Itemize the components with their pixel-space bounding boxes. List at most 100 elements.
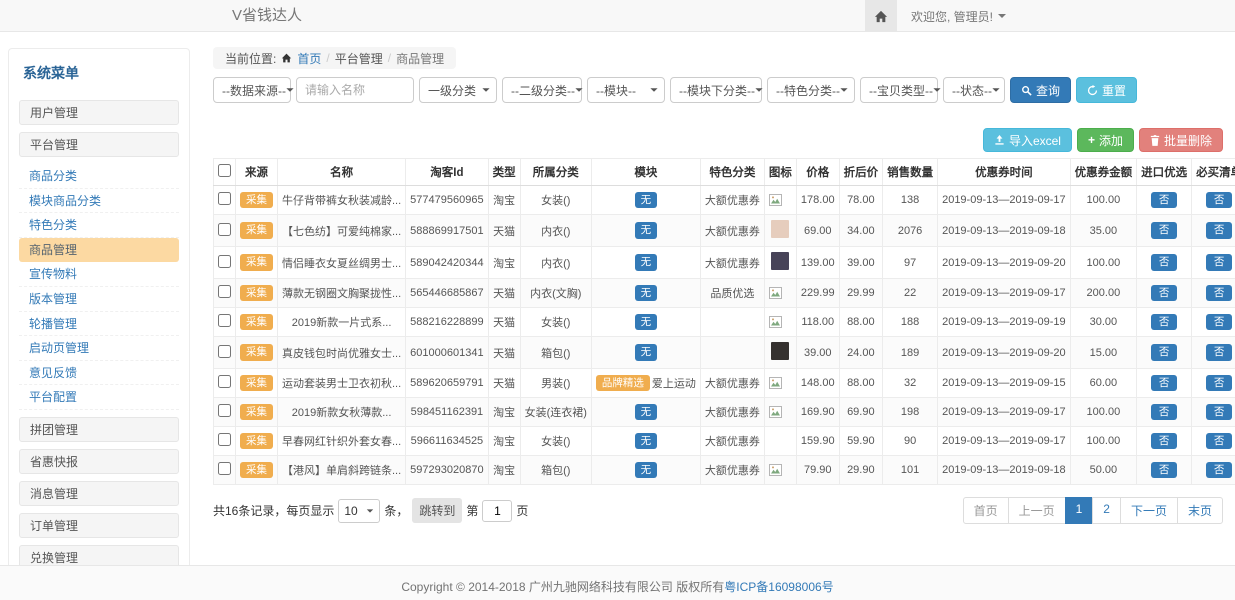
sidebar-group[interactable]: 省惠快报 xyxy=(19,449,179,474)
sidebar-item[interactable]: 轮播管理 xyxy=(19,312,179,337)
import-toggle-badge[interactable]: 否 xyxy=(1151,433,1178,450)
name-cell: 2019新款女秋薄款... xyxy=(278,398,406,427)
sidebar-group[interactable]: 拼团管理 xyxy=(19,417,179,442)
import-toggle-badge[interactable]: 否 xyxy=(1151,344,1178,361)
sidebar-item[interactable]: 模块商品分类 xyxy=(19,189,179,214)
filter-select[interactable]: --数据来源-- xyxy=(213,77,291,103)
coupon-time-cell: 2019-09-13—2019-09-17 xyxy=(938,186,1071,215)
records-summary: 共16条记录，每页显示 xyxy=(213,502,334,519)
filter-select[interactable]: 一级分类 xyxy=(419,77,497,103)
module-cell-td: 无 xyxy=(591,247,700,279)
row-checkbox[interactable] xyxy=(218,375,231,388)
must-buy-toggle-badge[interactable]: 否 xyxy=(1206,254,1233,271)
row-checkbox[interactable] xyxy=(218,223,231,236)
import-toggle-badge[interactable]: 否 xyxy=(1151,285,1178,302)
row-checkbox[interactable] xyxy=(218,255,231,268)
category-cell: 内衣(文胸) xyxy=(520,279,591,308)
sidebar-item[interactable]: 商品分类 xyxy=(19,164,179,189)
filter-select[interactable]: --模块下分类-- xyxy=(670,77,762,103)
chevron-down-icon xyxy=(933,88,940,92)
sidebar-item[interactable]: 版本管理 xyxy=(19,287,179,312)
coupon-amount-cell: 100.00 xyxy=(1070,398,1137,427)
chevron-down-icon xyxy=(482,88,489,92)
home-button[interactable] xyxy=(865,0,897,32)
import-toggle-badge[interactable]: 否 xyxy=(1151,375,1178,392)
user-menu[interactable]: 欢迎您, 管理员! xyxy=(911,8,1006,25)
must-buy-toggle-badge[interactable]: 否 xyxy=(1206,344,1233,361)
sidebar-group[interactable]: 订单管理 xyxy=(19,513,179,538)
filter-select[interactable]: --二级分类-- xyxy=(502,77,582,103)
row-checkbox[interactable] xyxy=(218,404,231,417)
must-buy-toggle-badge[interactable]: 否 xyxy=(1206,285,1233,302)
column-header: 进口优选 xyxy=(1137,159,1192,186)
sidebar-item[interactable]: 意见反馈 xyxy=(19,361,179,386)
name-search-input[interactable] xyxy=(296,77,414,103)
import-toggle-badge[interactable]: 否 xyxy=(1151,462,1178,479)
sidebar-group[interactable]: 消息管理 xyxy=(19,481,179,506)
import-toggle-badge[interactable]: 否 xyxy=(1151,254,1178,271)
import-toggle-badge[interactable]: 否 xyxy=(1151,314,1178,331)
must-buy-cell: 否 xyxy=(1192,398,1235,427)
jump-button[interactable]: 跳转到 xyxy=(412,498,462,523)
breadcrumb-home-link[interactable]: 首页 xyxy=(297,50,321,67)
must-buy-toggle-badge[interactable]: 否 xyxy=(1206,433,1233,450)
must-buy-toggle-badge[interactable]: 否 xyxy=(1206,222,1233,239)
row-checkbox[interactable] xyxy=(218,314,231,327)
add-button[interactable]: + 添加 xyxy=(1077,128,1134,152)
sidebar-item[interactable]: 特色分类 xyxy=(19,213,179,238)
price-cell: 169.90 xyxy=(796,398,839,427)
icon-cell xyxy=(764,186,796,215)
sidebar-group[interactable]: 用户管理 xyxy=(19,100,179,125)
filter-select[interactable]: --状态-- xyxy=(943,77,1005,103)
pager-button[interactable]: 末页 xyxy=(1177,497,1223,524)
pager-button[interactable]: 2 xyxy=(1092,497,1121,524)
sidebar-title: 系统菜单 xyxy=(19,59,179,93)
import-select-cell: 否 xyxy=(1137,247,1192,279)
sidebar-item[interactable]: 商品管理 xyxy=(19,238,179,263)
must-buy-toggle-badge[interactable]: 否 xyxy=(1206,314,1233,331)
search-button[interactable]: 查询 xyxy=(1010,77,1071,103)
sidebar-item[interactable]: 宣传物料 xyxy=(19,262,179,287)
reset-button[interactable]: 重置 xyxy=(1076,77,1137,103)
import-excel-button[interactable]: 导入excel xyxy=(983,128,1072,152)
must-buy-toggle-badge[interactable]: 否 xyxy=(1206,462,1233,479)
must-buy-toggle-badge[interactable]: 否 xyxy=(1206,404,1233,421)
price-cell: 118.00 xyxy=(796,308,839,337)
row-checkbox[interactable] xyxy=(218,285,231,298)
module-badge: 无 xyxy=(635,344,658,361)
import-toggle-badge[interactable]: 否 xyxy=(1151,192,1178,209)
special-category-cell: 大额优惠券 xyxy=(700,398,764,427)
column-header: 优惠券金额 xyxy=(1070,159,1137,186)
import-icon xyxy=(994,135,1005,146)
pager-button[interactable]: 1 xyxy=(1065,497,1094,524)
must-buy-toggle-badge[interactable]: 否 xyxy=(1206,192,1233,209)
filter-select[interactable]: --宝贝类型-- xyxy=(860,77,938,103)
per-page-select[interactable]: 10 xyxy=(338,499,380,523)
must-buy-toggle-badge[interactable]: 否 xyxy=(1206,375,1233,392)
row-checkbox[interactable] xyxy=(218,192,231,205)
import-toggle-badge[interactable]: 否 xyxy=(1151,404,1178,421)
select-all-checkbox[interactable] xyxy=(218,164,231,177)
page-number-input[interactable] xyxy=(482,500,512,522)
pager-button[interactable]: 上一页 xyxy=(1008,497,1066,524)
row-checkbox[interactable] xyxy=(218,345,231,358)
sidebar-item[interactable]: 启动页管理 xyxy=(19,336,179,361)
price-cell: 148.00 xyxy=(796,369,839,398)
pager-button[interactable]: 下一页 xyxy=(1120,497,1178,524)
import-select-cell: 否 xyxy=(1137,337,1192,369)
batch-delete-button[interactable]: 批量删除 xyxy=(1139,128,1223,152)
sales-cell: 32 xyxy=(883,369,938,398)
sidebar-group[interactable]: 平台管理 xyxy=(19,132,179,157)
pager-button[interactable]: 首页 xyxy=(963,497,1009,524)
sidebar-item[interactable]: 平台配置 xyxy=(19,385,179,410)
coupon-amount-cell: 50.00 xyxy=(1070,456,1137,485)
row-checkbox[interactable] xyxy=(218,462,231,475)
filter-select[interactable]: --模块-- xyxy=(587,77,665,103)
icp-link[interactable]: 粤ICP备16098006号 xyxy=(724,580,833,594)
table-row: 采集2019新款一片式系...588216228899天猫女装()无118.00… xyxy=(214,308,1235,337)
import-toggle-badge[interactable]: 否 xyxy=(1151,222,1178,239)
column-header: 模块 xyxy=(591,159,700,186)
special-category-cell xyxy=(700,308,764,337)
row-checkbox[interactable] xyxy=(218,433,231,446)
filter-select[interactable]: --特色分类-- xyxy=(767,77,855,103)
